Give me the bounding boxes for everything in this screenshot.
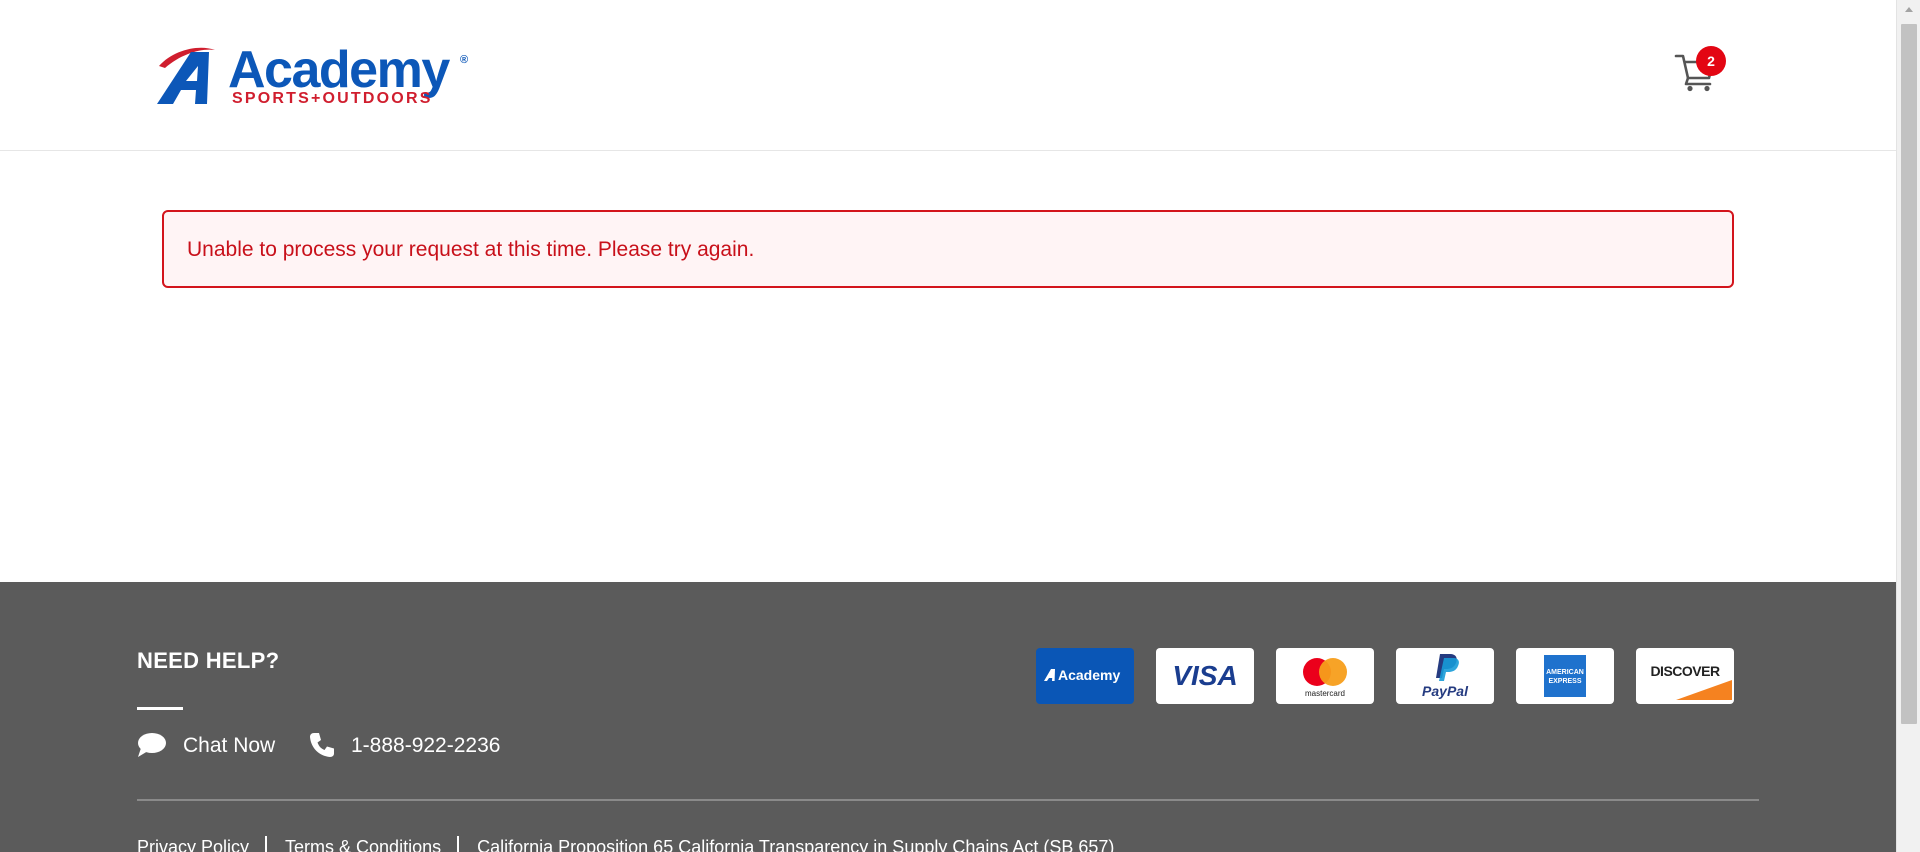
discover-logo: DISCOVER xyxy=(1636,648,1734,704)
cart-count-badge: 2 xyxy=(1696,46,1726,76)
mastercard-text: mastercard xyxy=(1305,689,1345,698)
terms-conditions-link[interactable]: Terms & Conditions xyxy=(285,837,441,852)
checkout-error-page: Academy ® SPORTS+OUTDOORS 2 Unable to pr… xyxy=(0,0,1920,852)
legal-separator xyxy=(457,836,460,852)
need-help-heading: NEED HELP? xyxy=(137,648,280,673)
chat-now-label: Chat Now xyxy=(183,734,276,757)
paypal-text: PayPal xyxy=(1422,683,1469,699)
legal-separator xyxy=(265,836,268,852)
svg-text:AMERICAN: AMERICAN xyxy=(1546,669,1584,676)
phone-number: 1-888-922-2236 xyxy=(351,734,501,757)
scrollbar-thumb[interactable] xyxy=(1901,24,1917,724)
academy-logo[interactable]: Academy ® SPORTS+OUTDOORS xyxy=(155,41,475,110)
academy-a-mark-icon xyxy=(157,47,215,104)
privacy-policy-link[interactable]: Privacy Policy xyxy=(137,837,249,852)
site-footer: NEED HELP? Chat Now 1-888-922-2236 Acade… xyxy=(0,582,1896,852)
scroll-up-arrow-icon[interactable] xyxy=(1897,0,1920,18)
discover-text: DISCOVER xyxy=(1650,663,1720,679)
amex-logo: AMERICAN EXPRESS xyxy=(1516,648,1614,704)
svg-text:EXPRESS: EXPRESS xyxy=(1548,678,1581,685)
academy-card-logo: Academy xyxy=(1036,648,1134,704)
page-content: Academy ® SPORTS+OUTDOORS 2 Unable to pr… xyxy=(0,0,1896,852)
prop65-supply-chains-link[interactable]: California Proposition 65 California Tra… xyxy=(477,837,1114,852)
footer-divider xyxy=(137,799,1759,801)
mastercard-logo: mastercard xyxy=(1276,648,1374,704)
site-header: Academy ® SPORTS+OUTDOORS 2 xyxy=(0,0,1896,151)
logo-registered-mark: ® xyxy=(460,54,469,66)
vertical-scrollbar[interactable] xyxy=(1896,0,1920,852)
error-message: Unable to process your request at this t… xyxy=(187,238,755,261)
logo-tagline: SPORTS+OUTDOORS xyxy=(232,90,433,107)
academy-card-text: Academy xyxy=(1058,667,1120,683)
phone-icon xyxy=(310,733,334,757)
visa-text: VISA xyxy=(1172,660,1237,691)
cart-button[interactable]: 2 xyxy=(1671,46,1727,96)
help-heading-underline xyxy=(137,707,183,710)
legal-links: Privacy Policy Terms & Conditions Californ… xyxy=(137,836,1114,852)
error-alert: Unable to process your request at this t… xyxy=(162,210,1734,288)
paypal-logo: PayPal xyxy=(1396,648,1494,704)
chat-bubble-icon xyxy=(138,733,166,757)
visa-logo: VISA xyxy=(1156,648,1254,704)
